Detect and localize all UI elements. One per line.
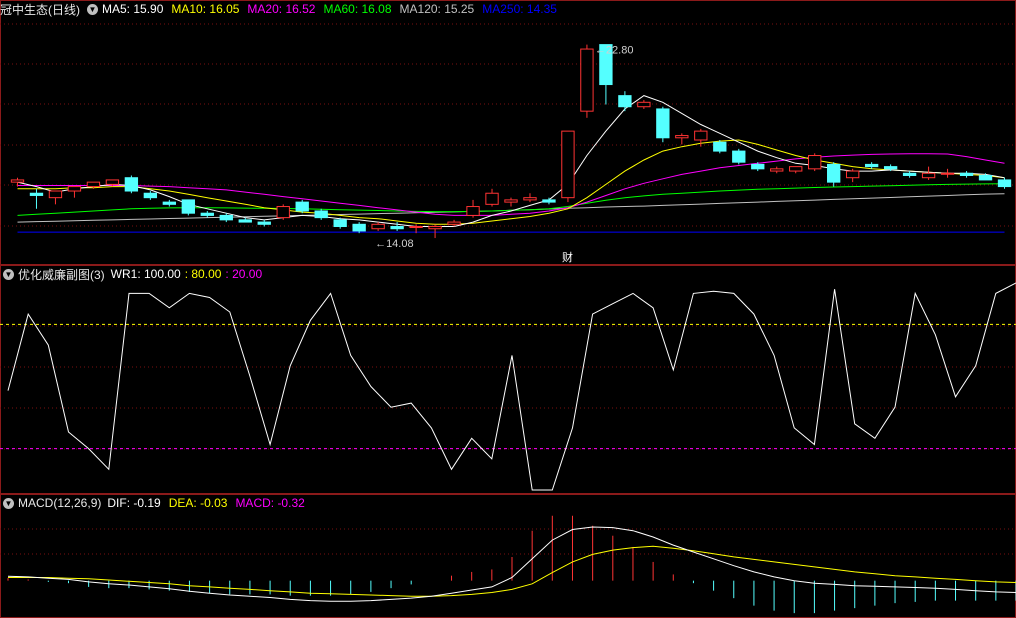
candle-body <box>864 163 879 168</box>
wr-level-low-label: : 20.00 <box>225 267 263 281</box>
candle-body <box>656 108 670 139</box>
candle-body <box>694 130 708 141</box>
candle-body <box>371 223 385 230</box>
wr-title[interactable]: 优化威廉副图(3) <box>18 266 105 283</box>
macd-legend: ▼ MACD(12,26,9) DIF: -0.19 DEA: -0.03 MA… <box>0 494 313 512</box>
candle-body <box>921 172 936 179</box>
candle-body <box>959 172 974 176</box>
candle-body <box>200 212 214 216</box>
candle-body <box>561 130 575 199</box>
candle-body <box>409 226 423 229</box>
candle-body <box>978 174 993 181</box>
candle-body <box>276 206 290 219</box>
wr-chart[interactable] <box>0 265 1016 494</box>
candle-body <box>542 199 556 203</box>
candle-body <box>333 219 347 228</box>
chevron-down-icon[interactable]: ▼ <box>3 497 14 509</box>
candle-body <box>238 219 252 223</box>
stock-title[interactable]: 冠中生态(日线) <box>0 1 80 18</box>
panel-border <box>0 494 1016 618</box>
ma5-label: MA5: 15.90 <box>102 2 164 16</box>
event-mark-label: 财 <box>562 250 573 264</box>
min-price-label: ←14.08 <box>375 238 414 250</box>
candle-body <box>504 199 518 203</box>
candle-body <box>219 214 233 221</box>
candle-body <box>466 206 480 216</box>
candle-body <box>827 163 841 183</box>
candle-body <box>883 166 898 170</box>
wr-level-high-label: : 80.00 <box>184 267 222 281</box>
candle-body <box>428 226 442 230</box>
ma120-label: MA120: 15.25 <box>399 2 475 16</box>
candle-body <box>713 141 727 152</box>
candle-body <box>67 186 82 192</box>
candle-body <box>447 221 461 225</box>
candle-body <box>808 155 822 170</box>
ma60-label: MA60: 16.08 <box>323 2 392 16</box>
macd-title[interactable]: MACD(12,26,9) <box>18 496 101 510</box>
macd-value-label: MACD: -0.32 <box>235 496 305 510</box>
ma10-label: MA10: 16.05 <box>171 2 240 16</box>
candle-body <box>732 150 746 163</box>
candle-body <box>181 199 195 214</box>
ma5-line <box>17 95 1005 227</box>
candle-body <box>902 172 917 176</box>
candle-body <box>751 163 765 170</box>
price-legend: 冠中生态(日线) ▼ MA5: 15.90 MA10: 16.05 MA20: … <box>0 0 565 18</box>
candle-body <box>314 210 328 219</box>
candle-body <box>257 221 271 225</box>
candle-body <box>143 192 158 199</box>
price-chart[interactable]: ←22.80 ←14.08 财 <box>0 0 1016 265</box>
candle-body <box>295 201 309 212</box>
candle-body <box>10 179 25 183</box>
dif-label: DIF: -0.19 <box>107 496 161 510</box>
price-panel: 冠中生态(日线) ▼ MA5: 15.90 MA10: 16.05 MA20: … <box>0 0 1016 265</box>
chevron-down-icon[interactable]: ▼ <box>3 268 14 280</box>
candle-body <box>86 181 101 188</box>
macd-chart[interactable] <box>0 494 1016 618</box>
candle-body <box>162 201 177 205</box>
max-price-label: ←22.80 <box>595 45 634 57</box>
candle-body <box>940 172 955 175</box>
candle-body <box>48 190 63 199</box>
candle-body <box>845 170 860 179</box>
chevron-down-icon[interactable]: ▼ <box>87 3 98 15</box>
candle-body <box>29 192 44 196</box>
candle-body <box>390 226 404 230</box>
wr-panel: ▼ 优化威廉副图(3) WR1: 100.00 : 80.00 : 20.00 <box>0 265 1016 494</box>
candle-body <box>997 179 1012 188</box>
candle-body <box>124 177 139 192</box>
macd-panel: ▼ MACD(12,26,9) DIF: -0.19 DEA: -0.03 MA… <box>0 494 1016 618</box>
candle-body <box>105 179 120 185</box>
candle-body <box>485 192 499 205</box>
candle-body <box>770 168 784 172</box>
panel-border <box>0 0 1016 265</box>
panel-border <box>0 265 1016 494</box>
candle-body <box>675 135 689 139</box>
candle-body <box>789 166 803 172</box>
wr-legend: ▼ 优化威廉副图(3) WR1: 100.00 : 80.00 : 20.00 <box>0 265 270 283</box>
candle-body <box>637 101 651 108</box>
ma250-label: MA250: 14.35 <box>482 2 557 16</box>
candle-body <box>580 48 594 112</box>
ma10-line <box>17 139 1005 225</box>
candle-body <box>523 197 537 201</box>
candle-body <box>352 223 366 232</box>
wr1-line <box>7 282 1016 491</box>
ma20-label: MA20: 16.52 <box>247 2 316 16</box>
candle-body <box>618 95 632 108</box>
dea-label: DEA: -0.03 <box>168 496 228 510</box>
wr1-label: WR1: 100.00 <box>110 267 181 281</box>
